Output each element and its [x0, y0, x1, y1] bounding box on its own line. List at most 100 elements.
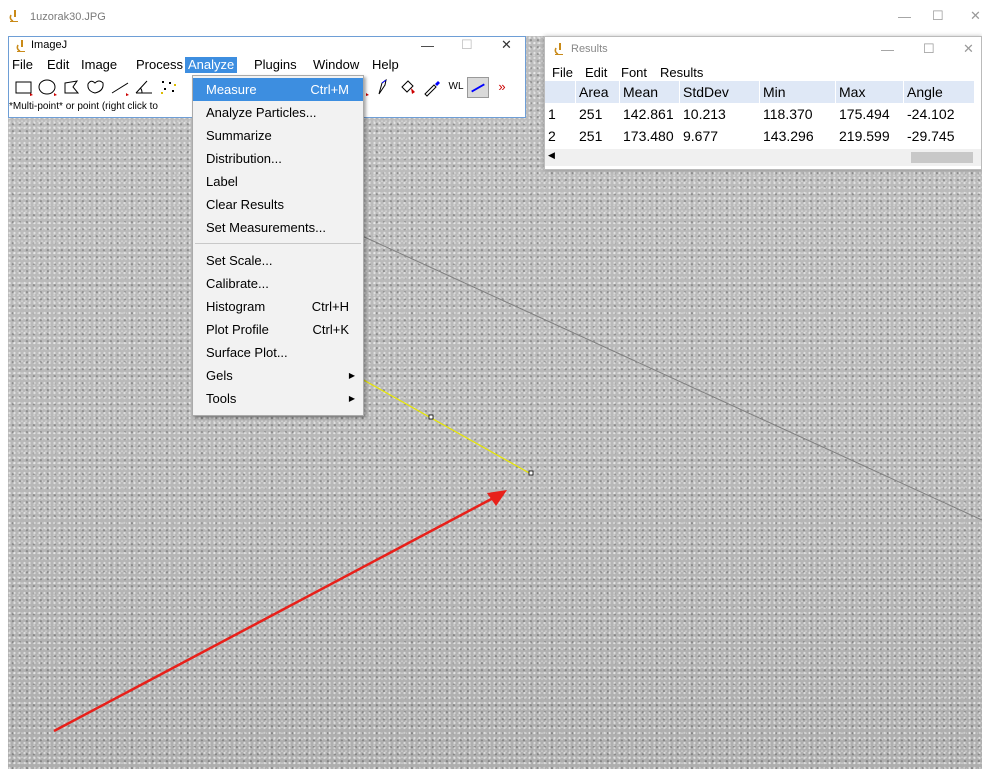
results-menu-results[interactable]: Results: [660, 65, 703, 80]
results-menu-edit[interactable]: Edit: [585, 65, 607, 80]
menu-help[interactable]: Help: [369, 57, 402, 73]
menu-item-label: Analyze Particles...: [206, 105, 317, 120]
table-cell: 142.861: [623, 106, 674, 122]
menu-item-clear-results[interactable]: Clear Results: [193, 193, 363, 216]
table-cell: 143.296: [763, 128, 814, 144]
outer-minimize-button[interactable]: —: [898, 9, 911, 24]
menu-item-label: Label: [206, 174, 238, 189]
menu-plugins[interactable]: Plugins: [251, 57, 300, 73]
line-tool-icon[interactable]: [109, 77, 131, 98]
pipette-tool-icon[interactable]: [421, 77, 443, 98]
menu-item-label: Surface Plot...: [206, 345, 288, 360]
menu-item-label: Set Scale...: [206, 253, 273, 268]
menu-item-label: Histogram: [206, 299, 266, 314]
results-maximize-button[interactable]: ☐: [923, 41, 935, 57]
outer-close-button[interactable]: ✕: [970, 8, 981, 24]
scroll-left-arrow-icon[interactable]: ◀: [548, 150, 555, 161]
freehand-tool-icon[interactable]: [85, 77, 107, 98]
results-close-button[interactable]: ✕: [963, 41, 974, 57]
menu-process[interactable]: Process: [133, 57, 186, 73]
table-cell: 1: [548, 106, 556, 122]
menu-image[interactable]: Image: [78, 57, 120, 73]
pencil-tool-icon[interactable]: [373, 77, 395, 98]
table-cell: 219.599: [839, 128, 890, 144]
outer-window-titlebar[interactable]: 1uzorak30.JPG — ☐ ✕: [0, 0, 982, 36]
menu-item-measure[interactable]: Measure Ctrl+M: [193, 78, 363, 101]
menu-item-shortcut: Ctrl+K: [312, 322, 349, 337]
menu-edit[interactable]: Edit: [44, 57, 72, 73]
more-tools-button[interactable]: »: [491, 77, 513, 98]
menu-analyze[interactable]: Analyze: [185, 57, 238, 73]
results-window[interactable]: Results — ☐ ✕ File Edit Font Results Are…: [544, 36, 982, 170]
line-selection-tool-icon[interactable]: [467, 77, 489, 98]
table-cell: 10.213: [683, 106, 726, 122]
column-header[interactable]: Mean: [620, 81, 680, 103]
menu-item-label: Set Measurements...: [206, 220, 326, 235]
menu-item-shortcut: Ctrl+H: [311, 299, 349, 314]
menu-item-shortcut: Ctrl+M: [310, 82, 349, 97]
menu-item-label: Clear Results: [206, 197, 285, 212]
results-horizontal-scrollbar[interactable]: ◀: [545, 149, 981, 166]
menu-item-analyze-particles[interactable]: Analyze Particles...: [193, 101, 363, 124]
outer-maximize-button[interactable]: ☐: [932, 8, 944, 24]
imagej-status-bar: *Multi-point* or point (right click to: [9, 101, 158, 112]
menu-item-label: Summarize: [206, 128, 272, 143]
angle-tool-icon[interactable]: [133, 77, 155, 98]
menu-item-tools[interactable]: Tools ▶: [193, 387, 363, 410]
column-header[interactable]: StdDev: [680, 81, 760, 103]
menu-item-label: Tools: [206, 391, 237, 406]
menu-item-label: Plot Profile: [206, 322, 269, 337]
imagej-microscope-icon: [9, 10, 18, 22]
results-menu-font[interactable]: Font: [621, 65, 647, 80]
menu-window[interactable]: Window: [310, 57, 362, 73]
imagej-close-button[interactable]: ✕: [501, 37, 512, 53]
menu-item-plot-profile[interactable]: Plot Profile Ctrl+K: [193, 318, 363, 341]
imagej-microscope-icon: [16, 40, 25, 52]
column-header[interactable]: [545, 81, 576, 103]
table-cell: -24.102: [907, 106, 955, 122]
menu-item-label: Calibrate...: [206, 276, 269, 291]
results-menu-file[interactable]: File: [552, 65, 573, 80]
table-cell: -29.745: [907, 128, 955, 144]
results-menubar: File Edit Font Results: [545, 63, 981, 81]
imagej-maximize-button[interactable]: ☐: [461, 37, 473, 53]
brush-tool-icon[interactable]: [397, 77, 419, 98]
menu-item-label: Distribution...: [206, 151, 282, 166]
menu-item-label: Gels: [206, 368, 233, 383]
menu-item-label: Measure: [206, 82, 257, 97]
menu-item-label[interactable]: Label: [193, 170, 363, 193]
menu-item-calibrate[interactable]: Calibrate...: [193, 272, 363, 295]
menu-item-summarize[interactable]: Summarize: [193, 124, 363, 147]
table-cell: 9.677: [683, 128, 719, 144]
scrollbar-thumb[interactable]: [911, 152, 973, 163]
table-cell: 118.370: [763, 106, 813, 122]
menu-item-surface-plot[interactable]: Surface Plot...: [193, 341, 363, 364]
table-cell: 251: [579, 106, 603, 122]
column-header[interactable]: Min: [760, 81, 836, 103]
table-cell: 175.494: [839, 106, 890, 122]
menu-item-set-scale[interactable]: Set Scale...: [193, 249, 363, 272]
imagej-title: ImageJ: [31, 39, 68, 51]
column-header[interactable]: Max: [836, 81, 904, 103]
menu-file[interactable]: File: [9, 57, 36, 73]
table-cell: 251: [579, 128, 603, 144]
oval-tool-icon[interactable]: [37, 77, 59, 98]
column-header[interactable]: Area: [576, 81, 620, 103]
menu-item-gels[interactable]: Gels ▶: [193, 364, 363, 387]
polygon-tool-icon[interactable]: [61, 77, 83, 98]
menu-item-histogram[interactable]: Histogram Ctrl+H: [193, 295, 363, 318]
imagej-minimize-button[interactable]: —: [421, 38, 434, 53]
results-minimize-button[interactable]: —: [881, 42, 894, 57]
column-header[interactable]: Angle: [904, 81, 975, 103]
menu-item-distribution[interactable]: Distribution...: [193, 147, 363, 170]
table-cell: 173.480: [623, 128, 674, 144]
imagej-titlebar[interactable]: ImageJ — ☐ ✕: [9, 37, 525, 55]
menu-separator: [195, 243, 361, 244]
submenu-arrow-icon: ▶: [348, 371, 355, 380]
imagej-microscope-icon: [554, 43, 563, 55]
menu-item-set-measurements[interactable]: Set Measurements...: [193, 216, 363, 239]
wl-tool[interactable]: WL: [445, 77, 467, 98]
multi-point-tool-icon[interactable]: [157, 77, 179, 98]
rectangle-tool-icon[interactable]: [13, 77, 35, 98]
analyze-dropdown-menu: Measure Ctrl+M Analyze Particles... Summ…: [192, 75, 364, 416]
